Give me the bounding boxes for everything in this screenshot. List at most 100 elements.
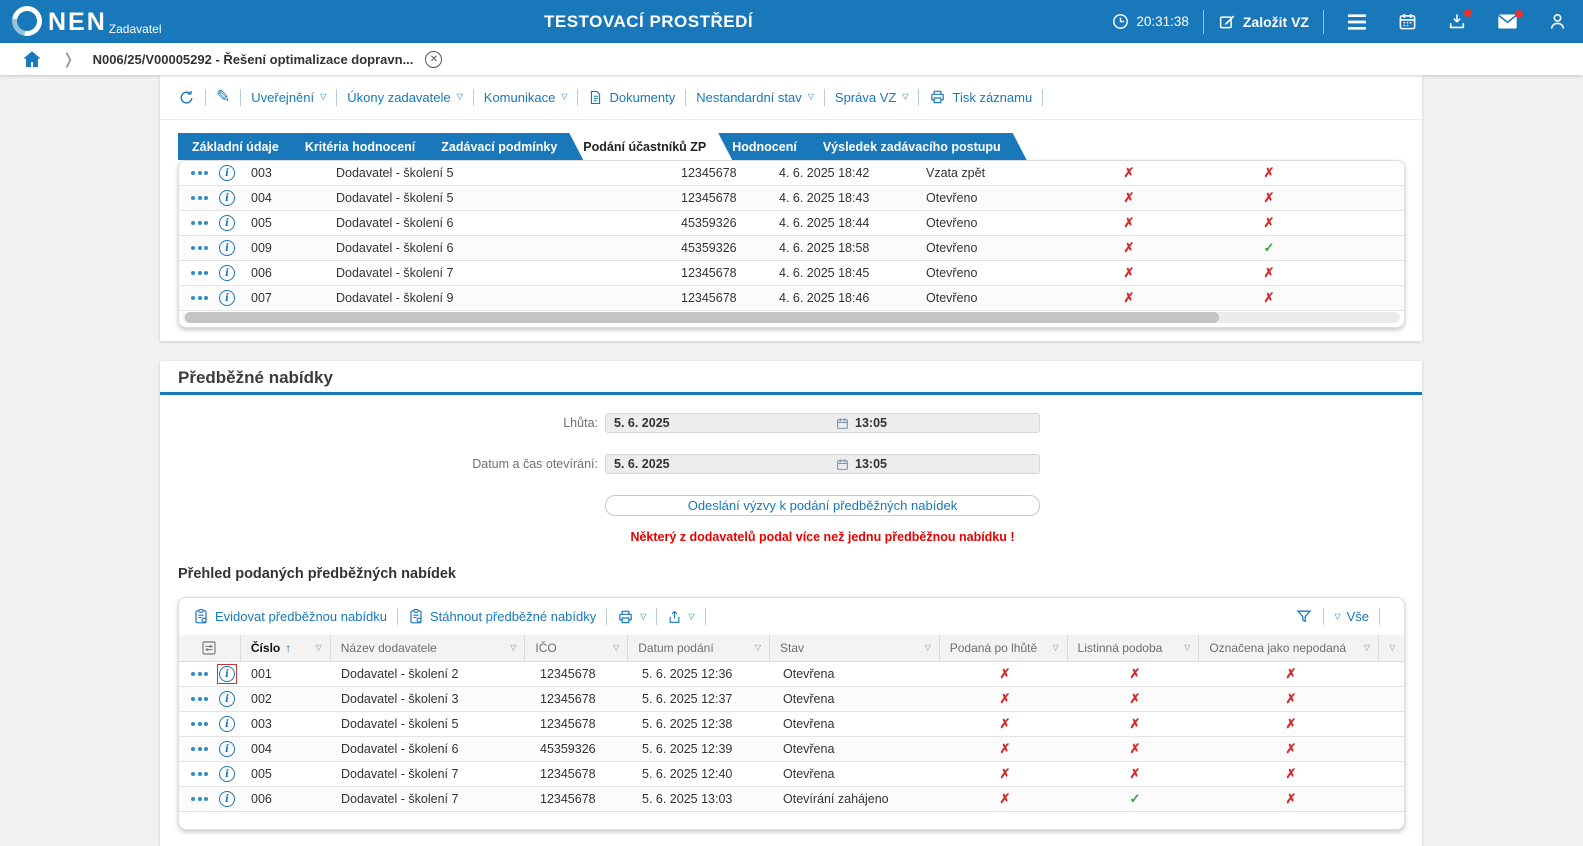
tab-1[interactable]: Základní údaje <box>178 133 305 160</box>
clock-icon <box>1112 13 1129 30</box>
row-menu-button[interactable] <box>179 762 213 786</box>
offer-row[interactable]: i 006 Dodavatel - školení 7 12345678 5. 6. 2… <box>179 787 1404 812</box>
column-header-end[interactable]: ▽ <box>1379 635 1404 661</box>
row-menu-button[interactable] <box>179 236 213 260</box>
row-menu-button[interactable] <box>179 787 213 811</box>
row-menu-button[interactable] <box>179 687 213 711</box>
info-icon-flagged: i <box>217 664 237 684</box>
participant-row[interactable]: i 005 Dodavatel - školení 6 45359326 4. 6. 2… <box>179 211 1404 236</box>
row-menu-button[interactable] <box>179 211 213 235</box>
participant-row[interactable]: i 007 Dodavatel - školení 9 12345678 4. 6. 2… <box>179 286 1404 311</box>
edit-record-icon[interactable]: ✎ <box>216 87 230 107</box>
tab-3[interactable]: Zadávací podmínky <box>427 133 583 160</box>
participant-row[interactable]: i 009 Dodavatel - školení 6 45359326 4. 6. 2… <box>179 236 1404 261</box>
row-info-button[interactable]: i <box>213 186 241 210</box>
column-filter-arrow-icon[interactable]: ▽ <box>1052 644 1058 652</box>
column-filter-arrow-icon[interactable]: ▽ <box>1364 644 1370 652</box>
breadcrumb-record[interactable]: N006/25/V00005292 - Řešení optimalizace … <box>93 52 414 67</box>
column-header-4[interactable]: Datum podání ▽ <box>628 635 771 661</box>
column-header-1[interactable]: Číslo ↑ ▽ <box>241 635 331 661</box>
row-info-button[interactable]: i <box>213 261 241 285</box>
column-header-label: Označena jako nepodaná <box>1209 641 1347 655</box>
printer-icon <box>931 90 945 104</box>
user-profile-icon[interactable] <box>1548 12 1567 31</box>
tab-2[interactable]: Kritéria hodnocení <box>291 133 441 160</box>
x-mark: ✗ <box>999 691 1011 706</box>
tab-6[interactable]: Výsledek zadávacího postupu <box>809 133 1027 160</box>
column-header-3[interactable]: IČO ▽ <box>525 635 629 661</box>
send-call-button[interactable]: Odeslání výzvy k podání předběžných nabí… <box>605 495 1040 516</box>
history-back-icon[interactable] <box>178 89 195 106</box>
row-info-button[interactable]: i <box>213 211 241 235</box>
row-info-button[interactable]: i <box>213 737 241 761</box>
nen-logo[interactable]: NEN Zadavatel <box>6 0 162 42</box>
messages-icon[interactable] <box>1497 10 1523 30</box>
row-info-button[interactable]: i <box>213 712 241 736</box>
environment-title: TESTOVACÍ PROSTŘEDÍ <box>544 11 754 31</box>
toolbar-item-1[interactable]: Uveřejnění ▽ <box>251 90 326 105</box>
toolbar-item-3[interactable]: Komunikace ▽ <box>484 90 568 105</box>
home-icon[interactable] <box>22 50 42 68</box>
cell-supplier: Dodavatel - školení 9 <box>336 291 454 305</box>
column-filter-arrow-icon[interactable]: ▽ <box>316 644 322 652</box>
dropdown-arrow-icon: ▽ <box>807 92 814 101</box>
create-vz-button[interactable]: Založit VZ <box>1218 13 1309 31</box>
participant-row[interactable]: i 004 Dodavatel - školení 5 12345678 4. 6. 2… <box>179 186 1404 211</box>
more-actions-icon <box>191 672 208 676</box>
download-offers-button[interactable]: Stáhnout předběžné nabídky <box>408 608 596 625</box>
row-info-button[interactable]: i <box>213 662 241 686</box>
offer-row[interactable]: i 002 Dodavatel - školení 3 12345678 5. 6. 2… <box>179 687 1404 712</box>
column-filter-arrow-icon[interactable]: ▽ <box>925 644 931 652</box>
row-info-button[interactable]: i <box>213 236 241 260</box>
column-filter-arrow-icon[interactable]: ▽ <box>755 644 761 652</box>
horizontal-scrollbar-thumb[interactable] <box>185 312 1220 323</box>
toolbar-item-5[interactable]: Nestandardní stav ▽ <box>696 90 814 105</box>
row-info-button[interactable]: i <box>213 161 241 185</box>
column-header-7[interactable]: Listinná podoba ▽ <box>1068 635 1200 661</box>
row-info-button[interactable]: i <box>213 787 241 811</box>
row-menu-button[interactable] <box>179 186 213 210</box>
info-icon-wrap: i <box>217 238 237 258</box>
column-header-6[interactable]: Podaná po lhůtě ▽ <box>940 635 1068 661</box>
offer-row[interactable]: i 004 Dodavatel - školení 6 45359326 5. 6. 2… <box>179 737 1404 762</box>
row-menu-button[interactable] <box>179 662 213 686</box>
deadline-field[interactable]: 5. 6. 2025 13:05 <box>605 413 1040 433</box>
row-menu-button[interactable] <box>179 286 213 310</box>
calendar-icon[interactable] <box>1398 12 1417 31</box>
export-button[interactable]: ▽ <box>667 609 695 625</box>
close-record-icon[interactable]: ✕ <box>425 50 443 68</box>
column-settings-button[interactable] <box>179 635 241 661</box>
view-all-selector[interactable]: ▽ Vše <box>1334 609 1369 624</box>
column-filter-arrow-icon[interactable]: ▽ <box>510 644 516 652</box>
print-button[interactable]: ▽ <box>617 609 646 625</box>
offer-row[interactable]: i 001 Dodavatel - školení 2 12345678 5. 6. 2… <box>179 662 1404 687</box>
column-filter-arrow-icon[interactable]: ▽ <box>613 644 619 652</box>
offer-row[interactable]: i 005 Dodavatel - školení 7 12345678 5. 6. 2… <box>179 762 1404 787</box>
column-header-label: Listinná podoba <box>1077 641 1163 655</box>
row-info-button[interactable]: i <box>213 762 241 786</box>
row-menu-button[interactable] <box>179 737 213 761</box>
offer-row[interactable]: i 003 Dodavatel - školení 5 12345678 5. 6. 2… <box>179 712 1404 737</box>
toolbar-item-2[interactable]: Úkony zadavatele ▽ <box>347 90 463 105</box>
tab-4[interactable]: Podání účastníků ZP <box>569 133 732 160</box>
row-info-button[interactable]: i <box>213 687 241 711</box>
filter-button[interactable] <box>1295 608 1313 625</box>
row-menu-button[interactable] <box>179 712 213 736</box>
toolbar-item-7[interactable]: Tisk záznamu <box>929 89 1032 105</box>
tab-5[interactable]: Hodnocení <box>718 133 823 160</box>
column-header-5[interactable]: Stav ▽ <box>770 635 940 661</box>
toolbar-item-4[interactable]: Dokumenty <box>588 89 675 106</box>
column-header-2[interactable]: Název dodavatele ▽ <box>331 635 526 661</box>
register-offer-button[interactable]: Evidovat předběžnou nabídku <box>193 608 387 625</box>
column-header-8[interactable]: Označena jako nepodaná ▽ <box>1199 635 1380 661</box>
row-menu-button[interactable] <box>179 261 213 285</box>
menu-icon[interactable] <box>1346 13 1368 31</box>
toolbar-item-6[interactable]: Správa VZ ▽ <box>835 90 909 105</box>
participant-row[interactable]: i 003 Dodavatel - školení 5 12345678 4. 6. 2… <box>179 161 1404 186</box>
row-info-button[interactable]: i <box>213 286 241 310</box>
opening-field[interactable]: 5. 6. 2025 13:05 <box>605 454 1040 474</box>
participant-row[interactable]: i 006 Dodavatel - školení 7 12345678 4. 6. 2… <box>179 261 1404 286</box>
downloads-icon[interactable] <box>1447 9 1472 31</box>
row-menu-button[interactable] <box>179 161 213 185</box>
column-filter-arrow-icon[interactable]: ▽ <box>1184 644 1190 652</box>
